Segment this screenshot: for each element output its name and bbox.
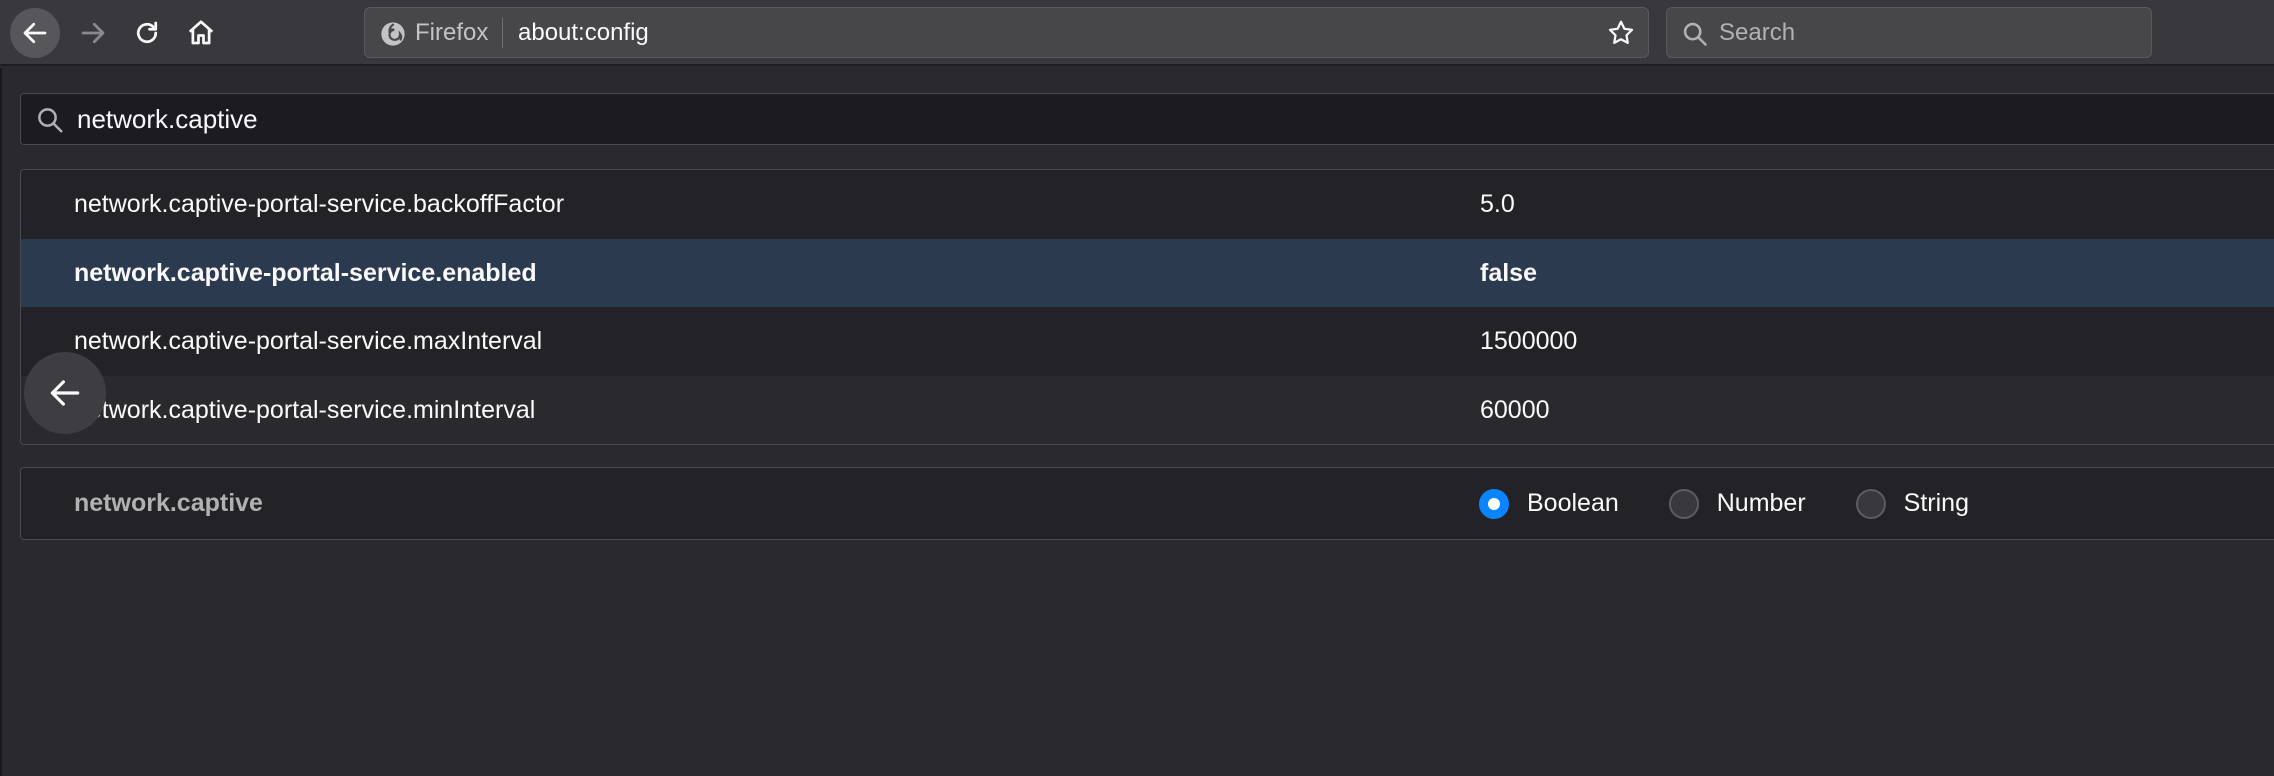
search-icon xyxy=(38,108,63,133)
radio-label: Number xyxy=(1716,489,1806,517)
star-bookmark-icon[interactable] xyxy=(1606,18,1636,48)
search-icon xyxy=(1683,22,1707,46)
arrow-left-icon xyxy=(23,22,47,44)
reload-button[interactable] xyxy=(122,8,172,58)
radio-string[interactable]: String xyxy=(1855,488,1969,519)
radio-label: Boolean xyxy=(1527,489,1619,517)
arrow-right-icon xyxy=(81,22,105,44)
new-pref-row: network.captive Boolean Number String xyxy=(20,467,2274,540)
home-icon xyxy=(188,20,214,45)
pref-name: network.captive-portal-service.maxInterv… xyxy=(74,327,543,355)
pref-row[interactable]: network.captive-portal-service.maxInterv… xyxy=(21,307,2274,376)
reload-icon xyxy=(136,21,158,44)
pref-row-modified[interactable]: network.captive-portal-service.enabled f… xyxy=(21,238,2274,307)
preferences-table: network.captive-portal-service.backoffFa… xyxy=(20,169,2274,445)
pref-type-radio-group: Boolean Number String xyxy=(1479,468,2019,539)
preference-filter-input[interactable]: network.captive xyxy=(20,93,2274,145)
pref-value: 60000 xyxy=(1480,395,1550,424)
forward-button[interactable] xyxy=(68,8,118,58)
navigation-toolbar: Firefox about:config Search xyxy=(0,0,2274,66)
filter-value[interactable]: network.captive xyxy=(77,94,258,144)
pref-name: network.captive-portal-service.minInterv… xyxy=(74,395,536,424)
pref-row[interactable]: network.captive-portal-service.backoffFa… xyxy=(21,170,2274,239)
search-bar[interactable]: Search xyxy=(1666,7,2152,58)
pref-name: network.captive-portal-service.enabled xyxy=(74,258,537,287)
home-button[interactable] xyxy=(176,8,226,58)
address-bar[interactable]: Firefox about:config xyxy=(364,7,1649,58)
radio-boolean[interactable]: Boolean xyxy=(1479,488,1619,519)
pref-value: 1500000 xyxy=(1480,327,1578,355)
firefox-logo-icon xyxy=(381,22,405,46)
url-text[interactable]: about:config xyxy=(518,8,649,57)
radio-button[interactable] xyxy=(1855,488,1886,519)
pref-row[interactable]: network.captive-portal-service.minInterv… xyxy=(21,375,2274,444)
floating-back-button[interactable] xyxy=(24,352,106,434)
radio-button-checked[interactable] xyxy=(1479,488,1509,519)
pref-value: 5.0 xyxy=(1480,190,1515,218)
radio-number[interactable]: Number xyxy=(1668,488,1806,519)
new-pref-name: network.captive xyxy=(74,489,263,517)
back-button[interactable] xyxy=(10,8,60,58)
pref-value: false xyxy=(1480,258,1537,287)
pref-name: network.captive-portal-service.backoffFa… xyxy=(74,190,565,218)
radio-button[interactable] xyxy=(1668,488,1699,519)
about-config-page: network.captive network.captive-portal-s… xyxy=(0,68,2274,776)
arrow-left-icon xyxy=(50,380,80,406)
urlbar-separator xyxy=(502,18,503,48)
search-placeholder: Search xyxy=(1719,19,1796,46)
identity-label[interactable]: Firefox xyxy=(415,8,488,57)
radio-label: String xyxy=(1903,489,1969,517)
